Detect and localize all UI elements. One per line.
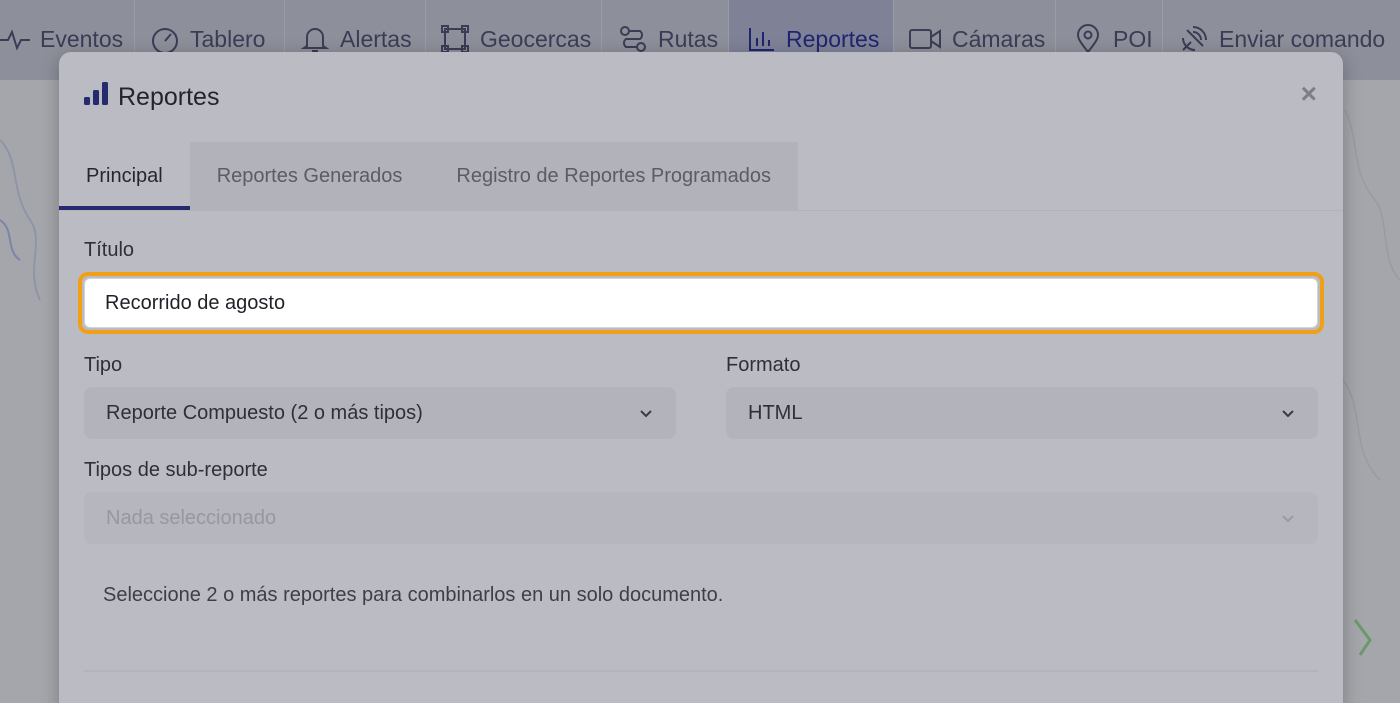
report-form: Título Tipo Reporte Compuesto (2 o más t…	[59, 211, 1343, 607]
type-select-value: Reporte Compuesto (2 o más tipos)	[106, 401, 423, 424]
nav-item-label: Rutas	[658, 26, 719, 52]
reports-modal: Reportes × Principal Reportes Generados …	[59, 52, 1343, 703]
tab-bar: Principal Reportes Generados Registro de…	[59, 142, 1343, 210]
bell-icon	[300, 28, 330, 52]
tab-reportes-generados[interactable]: Reportes Generados	[189, 142, 430, 210]
nav-item-label: Tablero	[190, 26, 266, 52]
satellite-icon	[1182, 26, 1207, 51]
chevron-down-icon	[1282, 410, 1294, 418]
tab-principal[interactable]: Principal	[59, 142, 190, 210]
format-label: Formato	[726, 354, 801, 376]
title-input[interactable]	[84, 278, 1318, 328]
title-focus-ring	[78, 272, 1324, 334]
title-label: Título	[84, 239, 135, 261]
gauge-icon	[152, 28, 178, 54]
format-column: Formato HTML	[726, 354, 1318, 439]
nav-item-label: Alertas	[340, 26, 412, 52]
chevron-down-icon	[1282, 515, 1294, 523]
route-icon	[620, 26, 646, 52]
nav-item-label: Enviar comando	[1219, 26, 1386, 52]
type-label: Tipo	[84, 354, 123, 376]
subreport-label: Tipos de sub-reporte	[84, 459, 268, 481]
modal-header: Reportes ×	[59, 52, 1343, 142]
geofence-icon	[441, 25, 469, 53]
video-camera-icon	[909, 29, 941, 49]
nav-item-label: Cámaras	[952, 26, 1046, 52]
chevron-down-icon	[640, 410, 652, 418]
subreport-placeholder: Nada seleccionado	[106, 506, 277, 529]
type-format-row: Tipo Reporte Compuesto (2 o más tipos) F…	[84, 354, 1318, 439]
subreport-block: Tipos de sub-reporte Nada seleccionado	[84, 459, 1318, 544]
footer-divider	[84, 670, 1318, 672]
subreport-select[interactable]: Nada seleccionado	[84, 492, 1318, 544]
close-button[interactable]: ×	[1301, 80, 1317, 108]
modal-title: Reportes	[118, 82, 220, 111]
help-text: Seleccione 2 o más reportes para combina…	[103, 584, 724, 606]
signal-bars-icon	[84, 82, 108, 105]
format-select[interactable]: HTML	[726, 387, 1318, 439]
bar-chart-icon	[749, 28, 774, 51]
nav-item-label: Eventos	[40, 26, 124, 52]
type-select[interactable]: Reporte Compuesto (2 o más tipos)	[84, 387, 676, 439]
tab-bar-spacer	[797, 142, 1343, 210]
nav-item-label: POI	[1113, 26, 1153, 52]
type-column: Tipo Reporte Compuesto (2 o más tipos)	[84, 354, 676, 439]
format-select-value: HTML	[748, 401, 803, 424]
nav-item-label: Reportes	[786, 26, 880, 52]
nav-item-label: Geocercas	[480, 26, 592, 52]
tab-registro-reportes-programados[interactable]: Registro de Reportes Programados	[429, 142, 798, 210]
pulse-icon	[0, 29, 30, 51]
map-pin-icon	[1076, 24, 1100, 54]
